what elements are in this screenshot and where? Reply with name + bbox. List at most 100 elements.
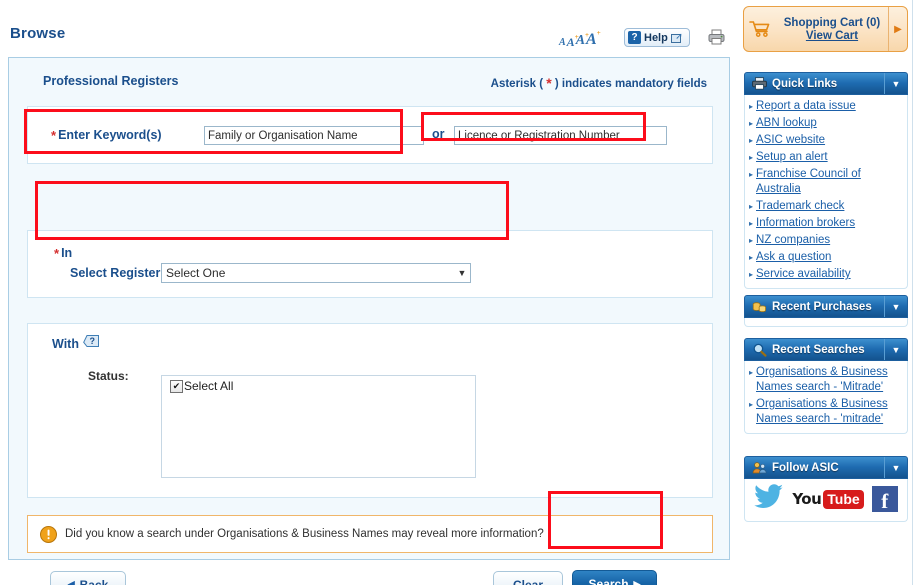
professional-registers-panel: Professional Registers Asterisk ( * ) in…	[8, 57, 730, 585]
quick-link-item[interactable]: ▸ Franchise Council of Australia	[749, 166, 903, 198]
info-notice-bar: Did you know a search under Organisation…	[27, 515, 713, 553]
panel-heading: Professional Registers	[43, 74, 179, 88]
help-button[interactable]: ? Help ➚	[624, 28, 690, 47]
right-sidebar: Shopping Cart (0) View Cart ▶ Quick Link…	[740, 0, 912, 585]
people-icon	[751, 460, 767, 475]
follow-asic-title: Follow ASIC	[772, 461, 839, 474]
left-arrow-icon: ◀	[67, 579, 75, 585]
recent-purchases-header[interactable]: Recent Purchases ▼	[744, 295, 908, 318]
chevron-down-icon[interactable]: ▼	[884, 457, 907, 478]
status-listbox[interactable]: ✔ Select All	[161, 375, 476, 478]
recent-search-item[interactable]: ▸ Organisations & Business Names search -…	[749, 396, 903, 428]
shopping-cart-widget[interactable]: Shopping Cart (0) View Cart ▶	[743, 6, 908, 52]
youtube-icon[interactable]: You Tube	[792, 489, 864, 509]
youtube-tube-text: Tube	[823, 489, 864, 509]
text-size-large[interactable]: A +	[576, 32, 589, 48]
recent-searches-header[interactable]: Recent Searches ▼	[744, 338, 908, 361]
help-tooltip-icon[interactable]: ?	[83, 335, 100, 350]
recent-searches-title: Recent Searches	[772, 343, 865, 356]
clear-button-label: Clear	[512, 577, 544, 585]
quick-link-item[interactable]: ▸ Ask a question	[749, 249, 903, 266]
family-or-organisation-name-input[interactable]	[204, 126, 424, 145]
quick-link-item[interactable]: ▸ NZ companies	[749, 232, 903, 249]
recent-purchases-body	[744, 318, 908, 327]
sidebar-divider	[912, 0, 913, 585]
select-register-label: Select Register	[70, 266, 161, 280]
text-size-smallest[interactable]: A	[559, 38, 566, 48]
bullet-arrow-icon: ▸	[749, 136, 754, 145]
quick-links-header[interactable]: Quick Links ▼	[744, 72, 908, 95]
status-label: Status:	[88, 369, 129, 383]
text-size-largest[interactable]: A +	[586, 30, 601, 48]
svg-text:?: ?	[89, 336, 95, 346]
keyword-section: *Enter Keyword(s) or	[27, 106, 713, 164]
bullet-arrow-icon: ▸	[749, 219, 754, 228]
info-notice-text: Did you know a search under Organisation…	[65, 528, 544, 540]
quick-link-label: Report a data issue	[756, 100, 856, 112]
sidebar-section-follow-asic: Follow ASIC ▼ You Tube f	[744, 456, 908, 522]
status-option-label: Select All	[184, 379, 234, 393]
with-section: With ? Status: ✔ Select All	[27, 323, 713, 498]
coins-icon	[751, 299, 767, 314]
bullet-arrow-icon: ▸	[749, 170, 754, 179]
bullet-arrow-icon: ▸	[749, 119, 754, 128]
register-section: * In Select Register Select One ▼	[27, 230, 713, 298]
main-content-column: Browse A A + A + A + ? Help ➚ Professional	[0, 0, 740, 585]
page-title: Browse	[10, 25, 66, 42]
quick-link-label: ASIC website	[756, 134, 826, 146]
question-mark-icon: ?	[628, 31, 641, 44]
sidebar-section-recent-purchases: Recent Purchases ▼	[744, 295, 908, 327]
text-size-small[interactable]: A +	[567, 34, 579, 49]
bullet-arrow-icon: ▸	[749, 400, 754, 409]
keyword-label: * Enter Keyword(s)	[51, 128, 162, 143]
printer-icon	[751, 76, 767, 91]
quick-link-item[interactable]: ▸ Trademark check	[749, 198, 903, 215]
chevron-down-icon: ▼	[457, 268, 467, 278]
quick-links-body: ▸ Report a data issue ▸ ABN lookup ▸ ASIC w…	[744, 95, 908, 289]
recent-purchases-title: Recent Purchases	[772, 300, 872, 313]
printer-icon[interactable]	[708, 29, 725, 45]
quick-link-label: NZ companies	[756, 234, 831, 246]
chevron-down-icon[interactable]: ▼	[884, 296, 907, 317]
facebook-icon[interactable]: f	[871, 486, 898, 512]
back-button[interactable]: ◀ Back	[50, 571, 126, 585]
quick-link-item[interactable]: ▸ ABN lookup	[749, 115, 903, 132]
shopping-cart-icon	[744, 7, 776, 51]
quick-link-item[interactable]: ▸ ASIC website	[749, 132, 903, 149]
quick-link-item[interactable]: ▸ Report a data issue	[749, 98, 903, 115]
quick-link-label: Setup an alert	[756, 151, 828, 163]
bullet-arrow-icon: ▸	[749, 368, 754, 377]
quick-link-item[interactable]: ▸ Service availability	[749, 266, 903, 283]
quick-link-item[interactable]: ▸ Setup an alert	[749, 149, 903, 166]
bullet-arrow-icon: ▸	[749, 253, 754, 262]
mandatory-fields-note: Asterisk ( * ) indicates mandatory field…	[490, 75, 707, 91]
right-arrow-icon: ▶	[633, 578, 641, 585]
clear-button[interactable]: Clear	[493, 571, 563, 585]
sidebar-section-recent-searches: Recent Searches ▼ ▸ Organisations & Busin…	[744, 338, 908, 434]
view-cart-link[interactable]: View Cart	[806, 30, 858, 42]
search-button[interactable]: Search ▶	[572, 570, 657, 585]
chevron-down-icon[interactable]: ▼	[884, 73, 907, 94]
with-label: With	[52, 337, 79, 351]
quick-link-label: Franchise Council of Australia	[756, 168, 861, 195]
plus-glyph: +	[596, 29, 601, 37]
bullet-arrow-icon: ▸	[749, 102, 754, 111]
chevron-down-icon[interactable]: ▼	[884, 339, 907, 360]
cart-expand-arrow-icon[interactable]: ▶	[888, 7, 907, 51]
select-register-dropdown[interactable]: Select One ▼	[161, 263, 471, 283]
bullet-arrow-icon: ▸	[749, 202, 754, 211]
required-asterisk: *	[51, 128, 57, 143]
shopping-cart-title: Shopping Cart (0)	[783, 16, 881, 29]
twitter-bird-icon[interactable]	[754, 484, 784, 514]
quick-link-label: Service availability	[756, 268, 851, 280]
checkbox-checked-icon[interactable]: ✔	[170, 379, 183, 393]
quick-link-label: Trademark check	[756, 200, 845, 212]
back-button-label: Back	[79, 577, 109, 585]
recent-search-item[interactable]: ▸ Organisations & Business Names search -…	[749, 364, 903, 396]
text-size-widget[interactable]: A A + A + A +	[559, 28, 601, 49]
follow-asic-header[interactable]: Follow ASIC ▼	[744, 456, 908, 479]
licence-or-registration-number-input[interactable]	[454, 126, 667, 145]
status-option-select-all[interactable]: ✔ Select All	[162, 376, 475, 393]
quick-links-title: Quick Links	[772, 77, 838, 90]
quick-link-item[interactable]: ▸ Information brokers	[749, 215, 903, 232]
